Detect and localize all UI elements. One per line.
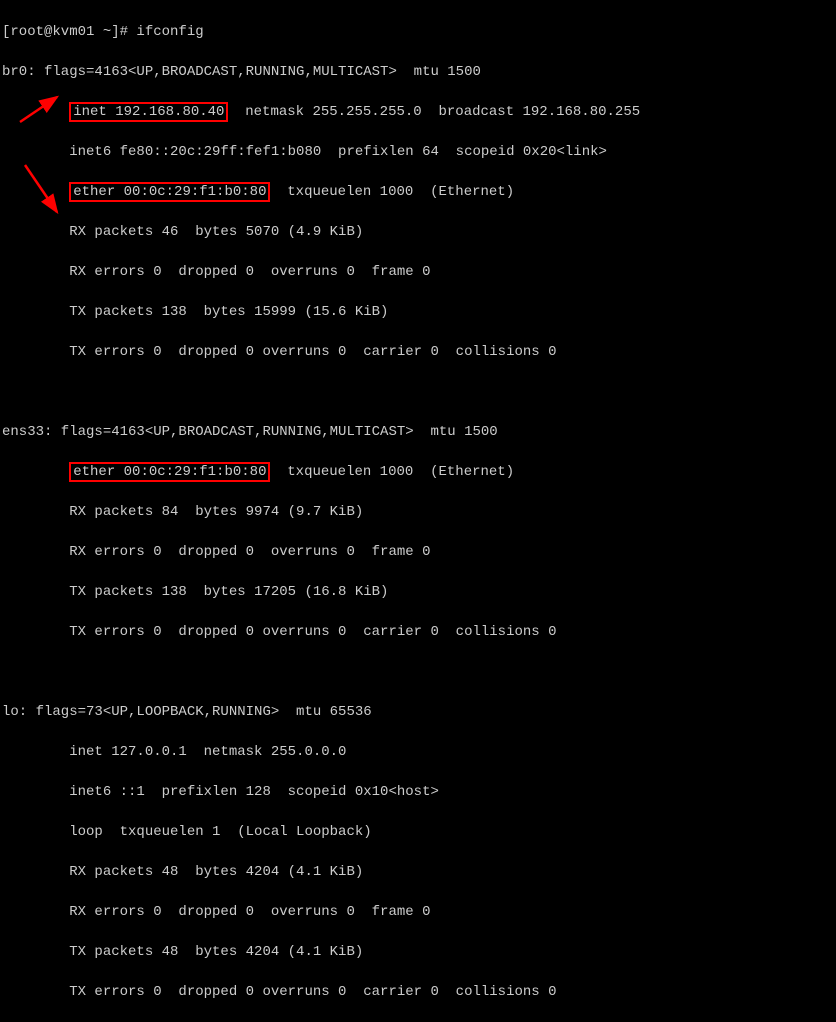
terminal-output: [root@kvm01 ~]# ifconfig br0: flags=4163… bbox=[2, 2, 834, 1022]
lo-tx-packets: TX packets 48 bytes 4204 (4.1 KiB) bbox=[2, 942, 834, 962]
lo-inet: inet 127.0.0.1 netmask 255.0.0.0 bbox=[2, 742, 834, 762]
blank-line-2 bbox=[2, 662, 834, 682]
br0-inet-highlight: inet 192.168.80.40 bbox=[69, 102, 228, 122]
ens33-header: ens33: flags=4163<UP,BROADCAST,RUNNING,M… bbox=[2, 422, 834, 442]
ens33-ether-line: ether 00:0c:29:f1:b0:80 txqueuelen 1000 … bbox=[2, 462, 834, 482]
br0-ether-line: ether 00:0c:29:f1:b0:80 txqueuelen 1000 … bbox=[2, 182, 834, 202]
blank-line-1 bbox=[2, 382, 834, 402]
br0-tx-packets: TX packets 138 bytes 15999 (15.6 KiB) bbox=[2, 302, 834, 322]
br0-header: br0: flags=4163<UP,BROADCAST,RUNNING,MUL… bbox=[2, 62, 834, 82]
br0-inet6: inet6 fe80::20c:29ff:fef1:b080 prefixlen… bbox=[2, 142, 834, 162]
ens33-ether-highlight: ether 00:0c:29:f1:b0:80 bbox=[69, 462, 270, 482]
lo-loop: loop txqueuelen 1 (Local Loopback) bbox=[2, 822, 834, 842]
lo-header: lo: flags=73<UP,LOOPBACK,RUNNING> mtu 65… bbox=[2, 702, 834, 722]
command: ifconfig bbox=[136, 24, 203, 40]
command-line: [root@kvm01 ~]# ifconfig bbox=[2, 22, 834, 42]
br0-ether-highlight: ether 00:0c:29:f1:b0:80 bbox=[69, 182, 270, 202]
ens33-tx-errors: TX errors 0 dropped 0 overruns 0 carrier… bbox=[2, 622, 834, 642]
ens33-tx-packets: TX packets 138 bytes 17205 (16.8 KiB) bbox=[2, 582, 834, 602]
arrow-annotation-1 bbox=[15, 92, 65, 127]
lo-rx-errors: RX errors 0 dropped 0 overruns 0 frame 0 bbox=[2, 902, 834, 922]
lo-tx-errors: TX errors 0 dropped 0 overruns 0 carrier… bbox=[2, 982, 834, 1002]
lo-inet6: inet6 ::1 prefixlen 128 scopeid 0x10<hos… bbox=[2, 782, 834, 802]
arrow-annotation-2 bbox=[15, 160, 65, 220]
br0-inet-line: inet 192.168.80.40 netmask 255.255.255.0… bbox=[2, 102, 834, 122]
prompt: [root@kvm01 ~]# bbox=[2, 24, 136, 40]
lo-rx-packets: RX packets 48 bytes 4204 (4.1 KiB) bbox=[2, 862, 834, 882]
ens33-rx-errors: RX errors 0 dropped 0 overruns 0 frame 0 bbox=[2, 542, 834, 562]
ens33-rx-packets: RX packets 84 bytes 9974 (9.7 KiB) bbox=[2, 502, 834, 522]
br0-rx-packets: RX packets 46 bytes 5070 (4.9 KiB) bbox=[2, 222, 834, 242]
br0-tx-errors: TX errors 0 dropped 0 overruns 0 carrier… bbox=[2, 342, 834, 362]
br0-rx-errors: RX errors 0 dropped 0 overruns 0 frame 0 bbox=[2, 262, 834, 282]
